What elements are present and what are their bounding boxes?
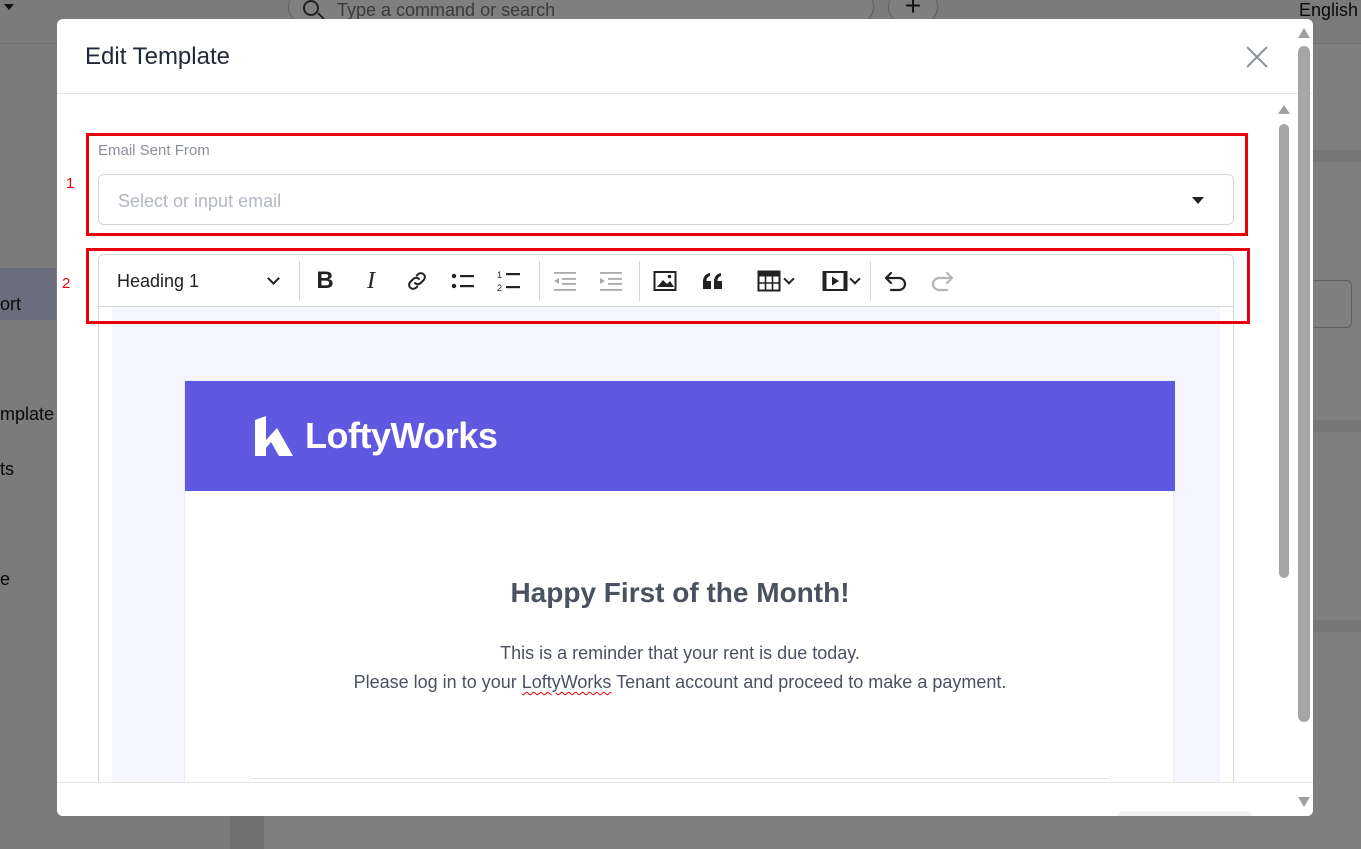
close-icon[interactable] <box>1243 43 1271 71</box>
chevron-down-icon <box>783 273 795 285</box>
indent-button[interactable] <box>593 263 629 299</box>
numbered-list-icon: 1 2 <box>497 270 520 293</box>
toolbar-divider <box>539 261 540 301</box>
scroll-up-arrow-icon[interactable] <box>1298 28 1310 38</box>
link-icon <box>408 272 426 290</box>
footer-button[interactable] <box>1117 811 1252 816</box>
undo-button[interactable] <box>878 263 914 299</box>
italic-button[interactable]: I <box>353 263 389 299</box>
undo-icon <box>884 271 907 292</box>
email-divider <box>253 778 1107 779</box>
bulleted-list-icon <box>451 273 474 289</box>
email-text-line-1: This is a reminder that your rent is due… <box>500 643 860 663</box>
loftyworks-logo-icon <box>255 416 293 456</box>
modal-scrollbar[interactable] <box>1298 46 1310 722</box>
outdent-icon <box>554 272 576 291</box>
email-text-line-2-start: Please log in to your <box>353 672 522 692</box>
email-from-label: Email Sent From <box>98 142 210 159</box>
table-button[interactable] <box>743 263 795 299</box>
redo-icon <box>931 271 954 292</box>
link-button[interactable] <box>399 263 435 299</box>
svg-text:2: 2 <box>497 283 502 293</box>
toolbar-divider <box>639 261 640 301</box>
image-button[interactable] <box>647 263 683 299</box>
annotation-label-1: 1 <box>66 175 75 192</box>
toolbar-divider <box>870 261 871 301</box>
quote-icon <box>703 273 722 289</box>
svg-text:1: 1 <box>497 270 502 280</box>
email-heading: Happy First of the Month! <box>510 577 850 608</box>
indent-icon <box>600 272 622 291</box>
chevron-down-icon <box>849 273 861 285</box>
email-banner: LoftyWorks <box>185 381 1175 491</box>
modal-footer <box>57 782 1313 816</box>
loftyworks-logo: LoftyWorks <box>253 415 498 457</box>
redo-button[interactable] <box>924 263 960 299</box>
media-button[interactable] <box>809 263 861 299</box>
table-icon <box>757 270 781 292</box>
italic-icon: I <box>367 268 375 294</box>
email-text-line-2-end: Tenant account and proceed to make a pay… <box>611 672 1007 692</box>
media-icon <box>822 271 848 291</box>
editor-toolbar: Heading 1 B I 1 2 <box>98 254 1234 307</box>
annotation-label-2: 2 <box>62 275 71 292</box>
outdent-button[interactable] <box>547 263 583 299</box>
heading-select-value: Heading 1 <box>117 271 200 291</box>
logo-text: LoftyWorks <box>305 415 498 456</box>
modal-header: Edit Template <box>57 19 1313 94</box>
brand-name-misspelled: LoftyWorks <box>521 672 612 692</box>
blockquote-button[interactable] <box>695 263 731 299</box>
rich-text-editor[interactable]: LoftyWorks Happy First of the Month! Thi… <box>98 307 1234 782</box>
numbered-list-button[interactable]: 1 2 <box>491 263 527 299</box>
bulleted-list-button[interactable] <box>445 263 481 299</box>
scroll-down-arrow-icon[interactable] <box>1298 797 1310 807</box>
scroll-up-arrow-icon[interactable] <box>1278 105 1290 114</box>
email-text-line-2: Please log in to your LoftyWorks Tenant … <box>185 672 1175 693</box>
email-from-select[interactable]: Select or input email <box>98 174 1234 225</box>
chevron-down-icon <box>267 272 280 285</box>
bold-icon: B <box>316 267 334 294</box>
modal-body: 1 2 Email Sent From Select or input emai… <box>57 95 1313 782</box>
heading-select[interactable]: Heading 1 <box>105 263 289 299</box>
email-card: LoftyWorks Happy First of the Month! Thi… <box>184 380 1175 782</box>
modal-title: Edit Template <box>85 43 230 70</box>
image-icon <box>653 271 677 291</box>
email-preview-background: LoftyWorks Happy First of the Month! Thi… <box>112 307 1220 782</box>
modal-body-scrollbar[interactable] <box>1279 124 1289 578</box>
edit-template-modal: Edit Template 1 2 Email Sent From Select… <box>57 19 1313 816</box>
email-from-placeholder: Select or input email <box>118 191 282 211</box>
toolbar-divider <box>299 261 300 301</box>
bold-button[interactable]: B <box>307 263 343 299</box>
caret-down-icon <box>1192 197 1204 204</box>
